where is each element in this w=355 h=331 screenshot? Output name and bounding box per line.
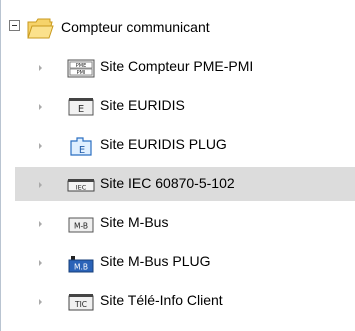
tree-view: Compteur communicant PME PMI Site Compte… [0, 0, 355, 331]
tree-item-label: Site IEC 60870-5-102 [100, 175, 235, 191]
tree-item-label: Site EURIDIS [100, 97, 185, 113]
euridis-icon: E [68, 98, 94, 116]
tree-item-euridis-plug[interactable]: E Site EURIDIS PLUG [1, 128, 355, 162]
tree-item-label: Site M-Bus PLUG [100, 253, 211, 269]
tree-line-marker [39, 260, 42, 266]
teleinfo-icon: TIC [68, 294, 94, 311]
folder-icon [27, 18, 54, 39]
tree-line-marker [39, 143, 42, 149]
tree-item-label: Site Compteur PME-PMI [100, 58, 254, 74]
tree-line-marker [39, 299, 42, 305]
tree-item-teleinfo[interactable]: TIC Site Télé-Info Client [1, 284, 355, 318]
tree-item-label: Site Télé-Info Client [100, 292, 223, 308]
euridis-plug-icon: E [70, 137, 92, 156]
svg-text:E: E [79, 145, 85, 156]
tree-item-iec[interactable]: IEC Site IEC 60870-5-102 [15, 167, 355, 201]
tree-root-label: Compteur communicant [61, 19, 210, 35]
tree-line-marker [39, 182, 42, 188]
tree-line-marker [39, 221, 42, 227]
tree-line-marker [39, 104, 42, 110]
mbus-icon: M-B [68, 217, 94, 233]
svg-text:TIC: TIC [74, 300, 87, 309]
svg-text:M-B: M-B [74, 222, 88, 231]
svg-text:M.B: M.B [74, 263, 88, 272]
collapse-toggle[interactable] [9, 20, 20, 31]
pme-pmi-meter-icon: PME PMI [67, 59, 95, 78]
tree-item-label: Site M-Bus [100, 214, 169, 230]
iec-icon: IEC [67, 179, 95, 192]
tree-item-pme-pmi[interactable]: PME PMI Site Compteur PME-PMI [1, 50, 355, 84]
svg-text:PMI: PMI [77, 70, 86, 76]
svg-text:PME: PME [76, 63, 87, 69]
mbus-plug-icon: M.B [68, 256, 94, 273]
tree-item-mbus-plug[interactable]: M.B Site M-Bus PLUG [1, 245, 355, 279]
tree-line-marker [39, 65, 42, 71]
tree-item-label: Site EURIDIS PLUG [100, 136, 227, 152]
tree-root-node[interactable]: Compteur communicant [1, 9, 355, 43]
svg-text:IEC: IEC [76, 184, 87, 192]
svg-text:E: E [78, 104, 84, 115]
tree-item-mbus[interactable]: M-B Site M-Bus [1, 206, 355, 240]
tree-item-euridis[interactable]: E Site EURIDIS [1, 89, 355, 123]
